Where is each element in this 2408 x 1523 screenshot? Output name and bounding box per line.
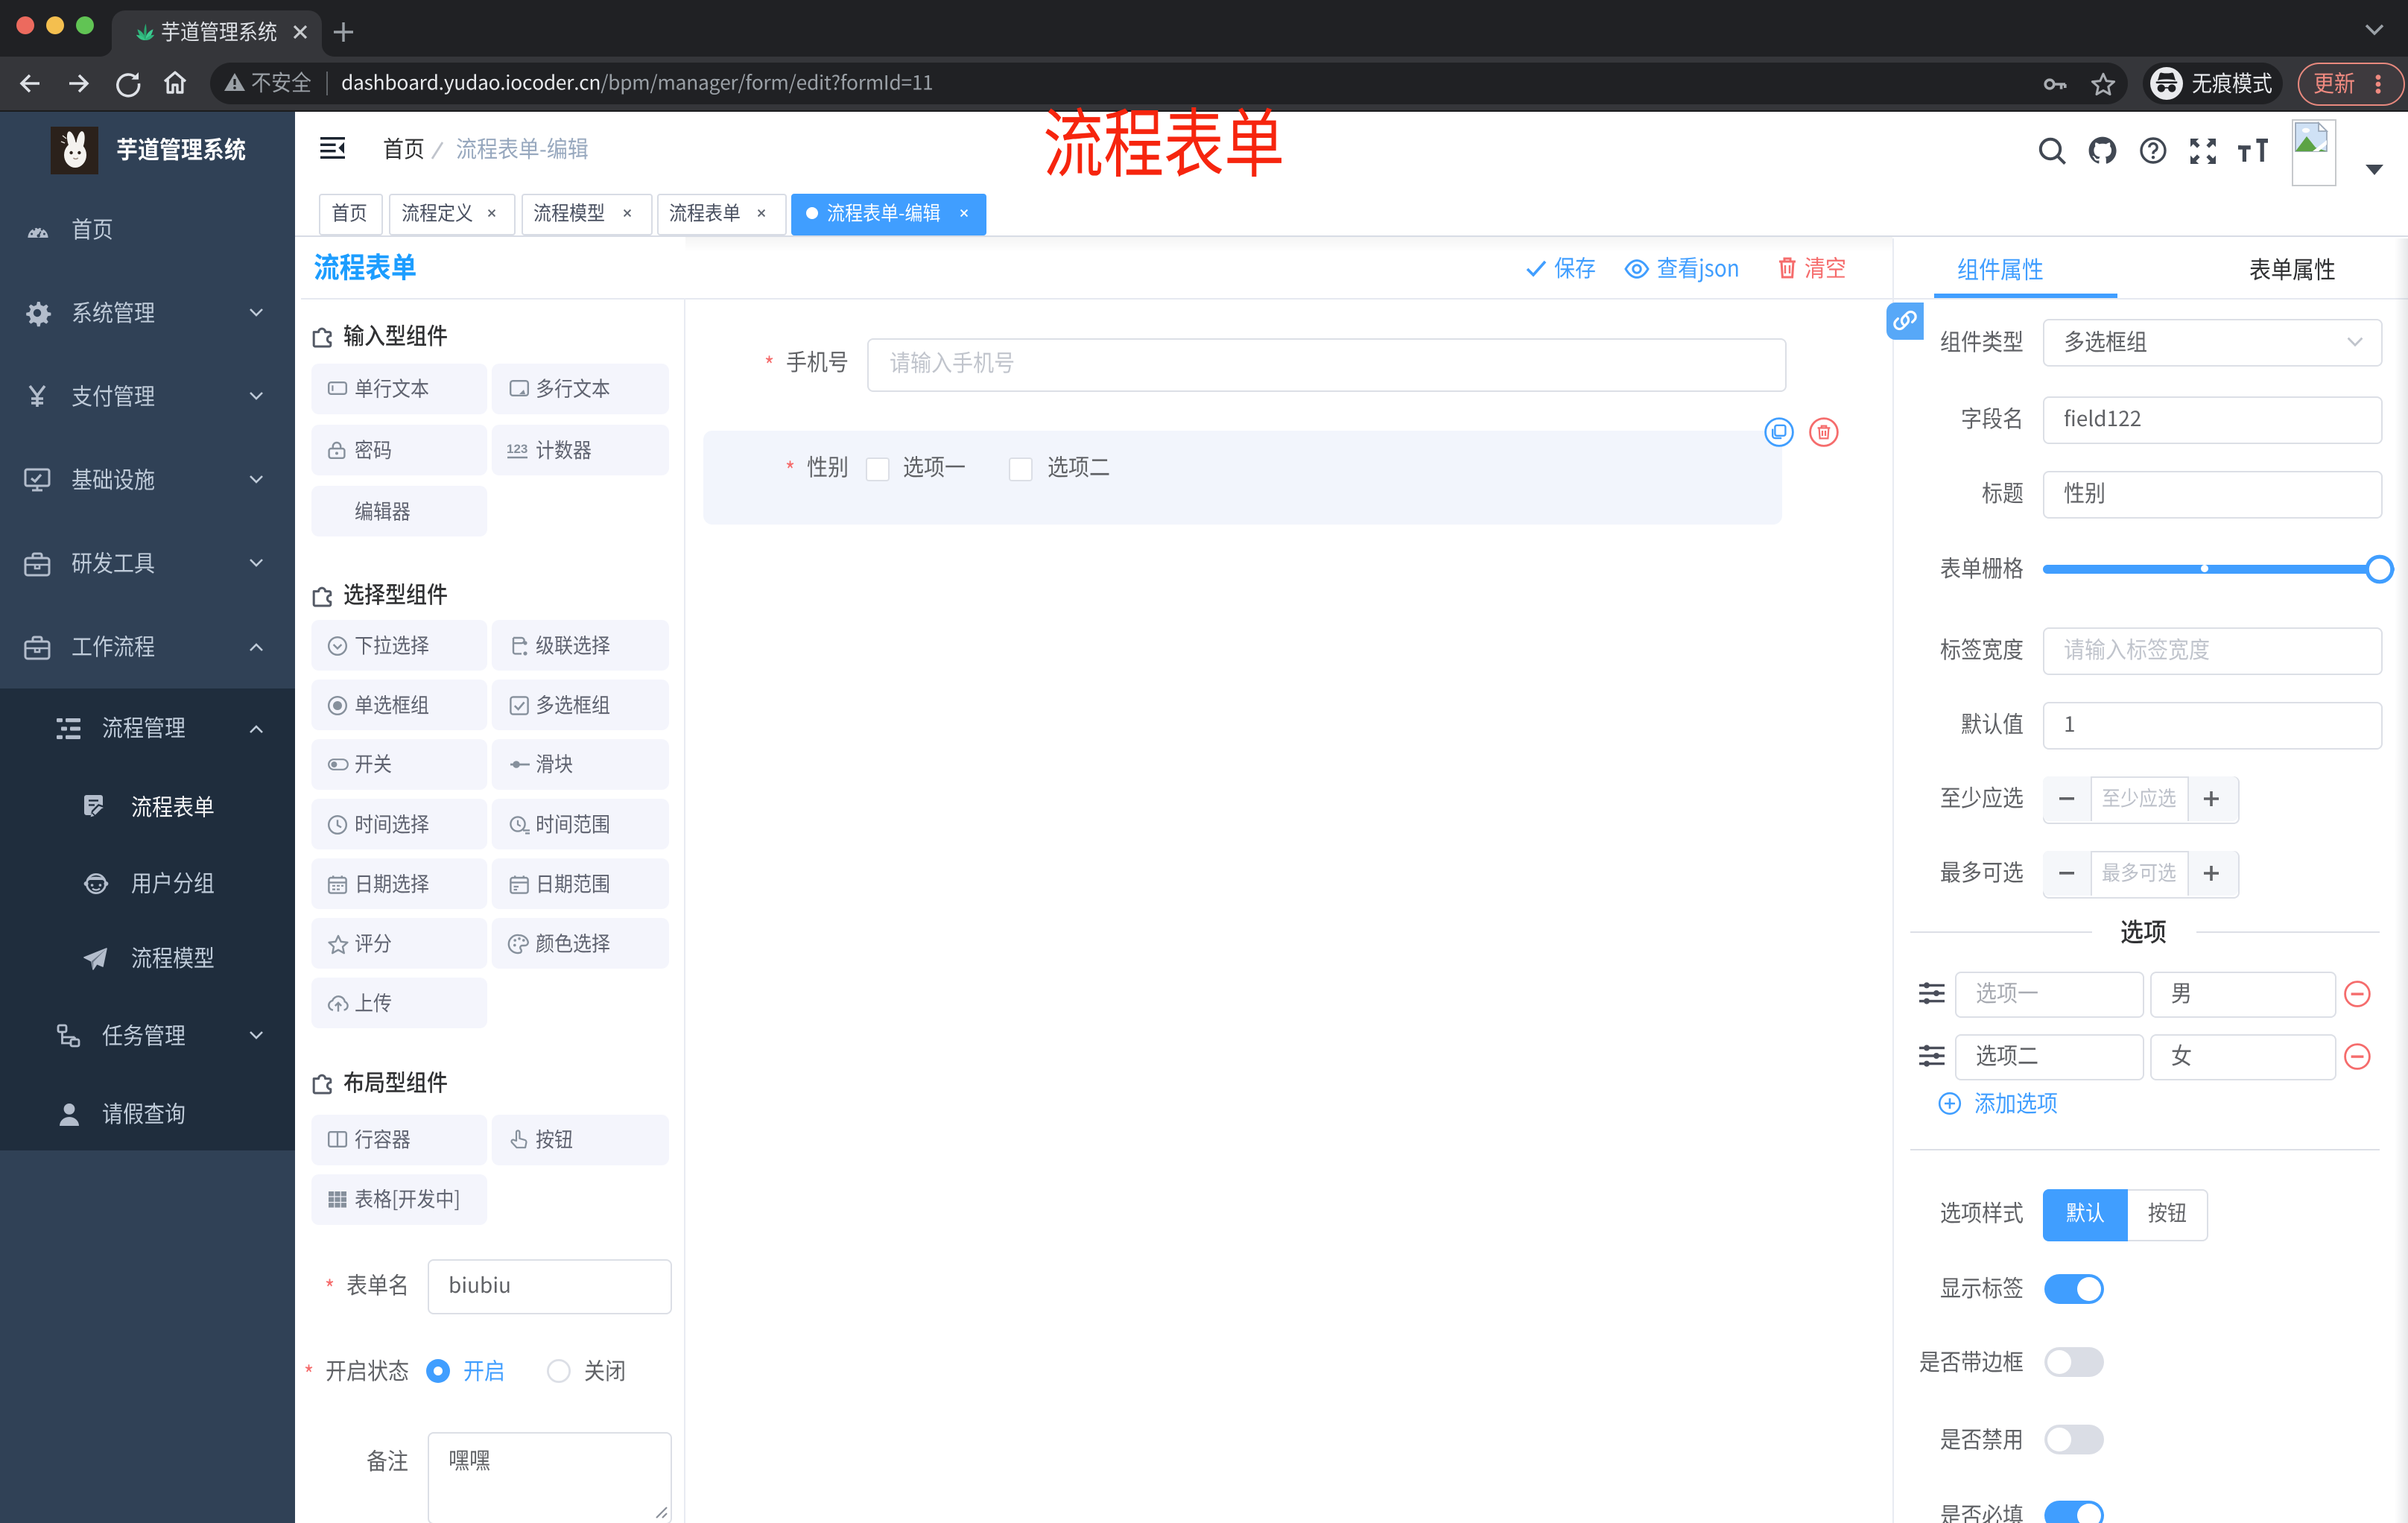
- svg-text:123: 123: [506, 442, 527, 456]
